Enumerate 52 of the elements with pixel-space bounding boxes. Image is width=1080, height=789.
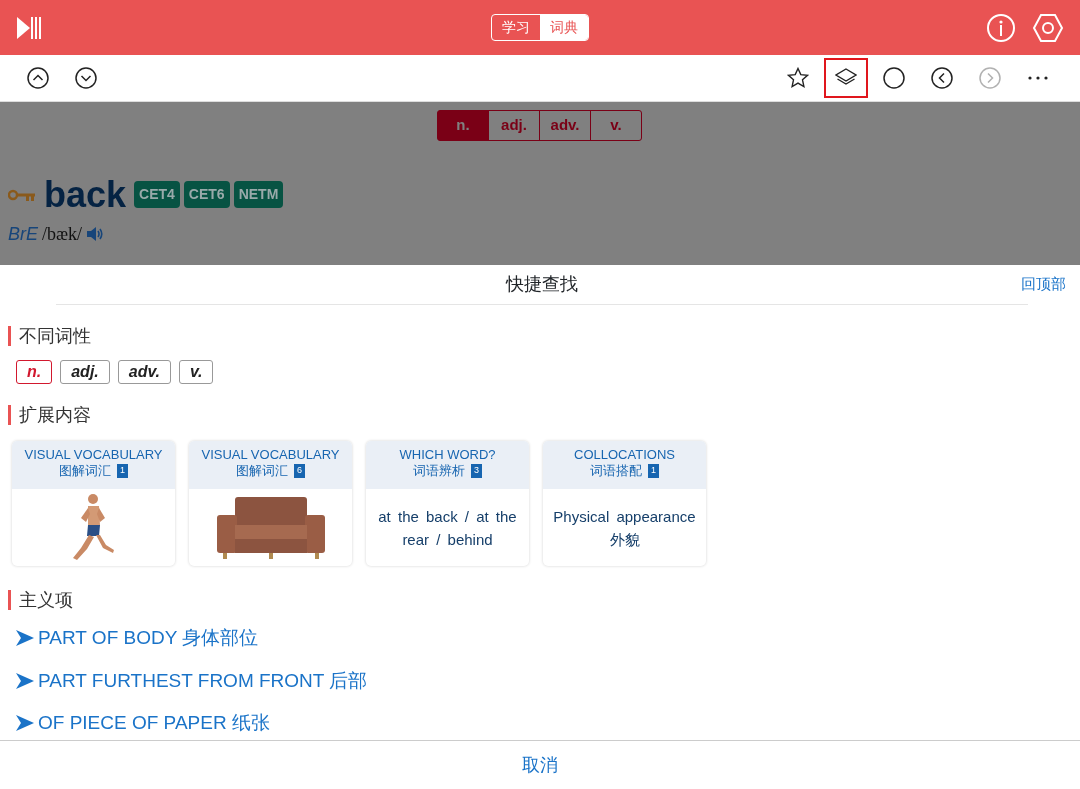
resource-card[interactable]: VISUAL VOCABULARY 图解词汇 1	[12, 441, 175, 566]
sense-link[interactable]: PART OF BODY 身体部位	[16, 624, 1072, 653]
layers-icon[interactable]	[824, 58, 868, 98]
mode-tab[interactable]: 学习	[492, 15, 540, 40]
accent-label: BrE	[8, 222, 38, 246]
settings-icon[interactable]	[1032, 12, 1064, 43]
arrow-icon	[16, 672, 34, 689]
sense-link[interactable]: PART FURTHEST FROM FRONT 后部	[16, 666, 1072, 695]
part-of-speech-chip[interactable]: adv.	[117, 360, 171, 384]
count-badge: 6	[294, 464, 305, 478]
speaker-icon[interactable]	[86, 225, 105, 243]
resource-card[interactable]: WHICH WORD? 词语辨析 3 at the back / at the rear / behind	[366, 441, 529, 566]
mode-tab[interactable]: 词典	[540, 15, 588, 40]
arrow-icon	[16, 630, 34, 647]
resource-card[interactable]: COLLOCATIONS 词语搭配 1 Physical appearance 外貌	[543, 441, 706, 566]
level-tag: NETM	[233, 181, 284, 208]
section-heading: 不同词性	[8, 326, 1072, 346]
app-logo-icon[interactable]	[16, 14, 42, 41]
card-subtitle: 词语辨析	[413, 463, 465, 479]
count-badge: 1	[117, 464, 128, 478]
card-subtitle: 图解词汇	[59, 463, 111, 479]
card-title: VISUAL VOCABULARY	[23, 447, 164, 463]
info-icon[interactable]	[986, 12, 1016, 43]
part-of-speech-tab[interactable]: adj.	[488, 110, 540, 141]
section-heading: 扩展内容	[8, 405, 1072, 425]
arrow-icon	[16, 715, 34, 732]
card-subtitle: 图解词汇	[236, 463, 288, 479]
headword: back	[44, 176, 127, 213]
count-badge: 1	[648, 464, 659, 478]
card-text: at the back / at the rear / behind	[377, 506, 518, 550]
key-icon	[8, 187, 36, 202]
card-subtitle: 词语搭配	[590, 463, 642, 479]
count-badge: 3	[471, 464, 482, 478]
part-of-speech-chip[interactable]: v.	[178, 360, 214, 384]
card-title: VISUAL VOCABULARY	[200, 447, 341, 463]
sense-link[interactable]: OF PIECE OF PAPER 纸张	[16, 709, 1072, 738]
part-of-speech-tab[interactable]: v.	[590, 110, 642, 141]
phonetic-text: /bæk/	[42, 222, 83, 246]
back-to-top-link[interactable]: 回顶部	[1021, 273, 1066, 296]
part-of-speech-chip[interactable]: adj.	[60, 360, 110, 384]
resource-card[interactable]: VISUAL VOCABULARY 图解词汇 6	[189, 441, 352, 566]
part-of-speech-tab[interactable]: n.	[437, 110, 489, 141]
card-title: WHICH WORD?	[398, 447, 497, 463]
cancel-button[interactable]: 取消	[516, 750, 564, 780]
card-title: COLLOCATIONS	[573, 447, 676, 463]
level-tag: CET6	[183, 181, 230, 208]
sheet-title: 快捷查找	[506, 273, 578, 296]
section-heading: 主义项	[8, 590, 1072, 610]
level-tag: CET4	[134, 181, 180, 208]
part-of-speech-chip[interactable]: n.	[16, 360, 53, 384]
part-of-speech-tab[interactable]: adv.	[539, 110, 591, 141]
card-text: Physical appearance 外貌	[552, 506, 697, 550]
